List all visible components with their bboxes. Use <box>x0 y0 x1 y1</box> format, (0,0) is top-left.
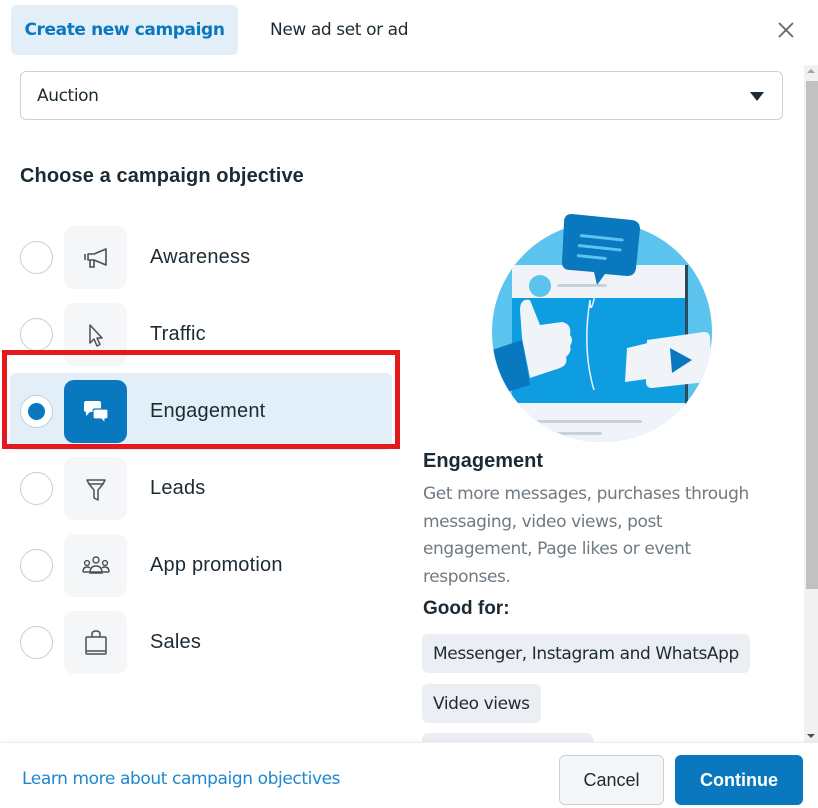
objective-radio[interactable] <box>20 472 53 505</box>
objective-icon-tile <box>64 303 127 366</box>
detail-title: Engagement <box>423 450 544 472</box>
objective-icon-tile <box>64 457 127 520</box>
caret-down-icon <box>750 92 764 101</box>
scrollbar[interactable] <box>804 65 818 742</box>
objective-icon-tile <box>64 534 127 597</box>
objective-engagement[interactable]: Engagement <box>10 373 392 450</box>
good-for-label: Good for: <box>423 598 510 619</box>
objective-label: Awareness <box>150 246 251 268</box>
objective-label: App promotion <box>150 554 283 576</box>
objective-leads[interactable]: Leads <box>10 450 392 527</box>
objective-icon-tile <box>64 226 127 289</box>
dialog-footer: Learn more about campaign objectives Can… <box>0 742 818 808</box>
buying-type-select[interactable]: Auction <box>20 71 783 120</box>
objective-radio[interactable] <box>20 626 53 659</box>
cursor-icon <box>88 323 103 347</box>
people-icon <box>81 555 110 574</box>
objective-icon-tile <box>64 611 127 674</box>
funnel-icon <box>85 478 106 501</box>
objective-icon-tile <box>64 380 127 443</box>
good-for-chip: Video views <box>422 684 541 723</box>
objective-awareness[interactable]: Awareness <box>10 219 392 296</box>
objective-radio[interactable] <box>20 549 53 582</box>
shopping-bag-icon <box>84 629 107 655</box>
tab-create-new-campaign[interactable]: Create new campaign <box>11 5 238 55</box>
scrollbar-thumb[interactable] <box>806 81 818 589</box>
tab-new-ad-set-or-ad[interactable]: New ad set or ad <box>255 5 423 55</box>
scroll-up-arrow-icon[interactable] <box>807 69 815 73</box>
continue-button[interactable]: Continue <box>675 755 803 805</box>
objective-radio-selected[interactable] <box>20 395 53 428</box>
objective-label: Leads <box>150 477 206 499</box>
learn-more-link[interactable]: Learn more about campaign objectives <box>22 769 341 789</box>
objective-radio[interactable] <box>20 241 53 274</box>
close-button[interactable] <box>770 14 802 46</box>
good-for-chip: Messenger, Instagram and WhatsApp <box>422 634 750 673</box>
objective-label: Traffic <box>150 323 206 345</box>
engagement-illustration <box>492 214 712 442</box>
objective-radio[interactable] <box>20 318 53 351</box>
scroll-down-arrow-icon[interactable] <box>807 734 815 738</box>
objective-sales[interactable]: Sales <box>10 604 392 681</box>
objective-traffic[interactable]: Traffic <box>10 296 392 373</box>
objective-label: Sales <box>150 631 202 653</box>
close-icon <box>778 22 794 38</box>
objective-section-title: Choose a campaign objective <box>20 165 304 187</box>
cancel-button[interactable]: Cancel <box>559 755 664 805</box>
detail-description: Get more messages, purchases through mes… <box>423 484 749 587</box>
buying-type-value: Auction <box>37 85 99 106</box>
megaphone-icon <box>83 247 107 268</box>
objective-app-promotion[interactable]: App promotion <box>10 527 392 604</box>
objective-label: Engagement <box>150 400 266 422</box>
chat-bubbles-icon <box>83 400 109 424</box>
